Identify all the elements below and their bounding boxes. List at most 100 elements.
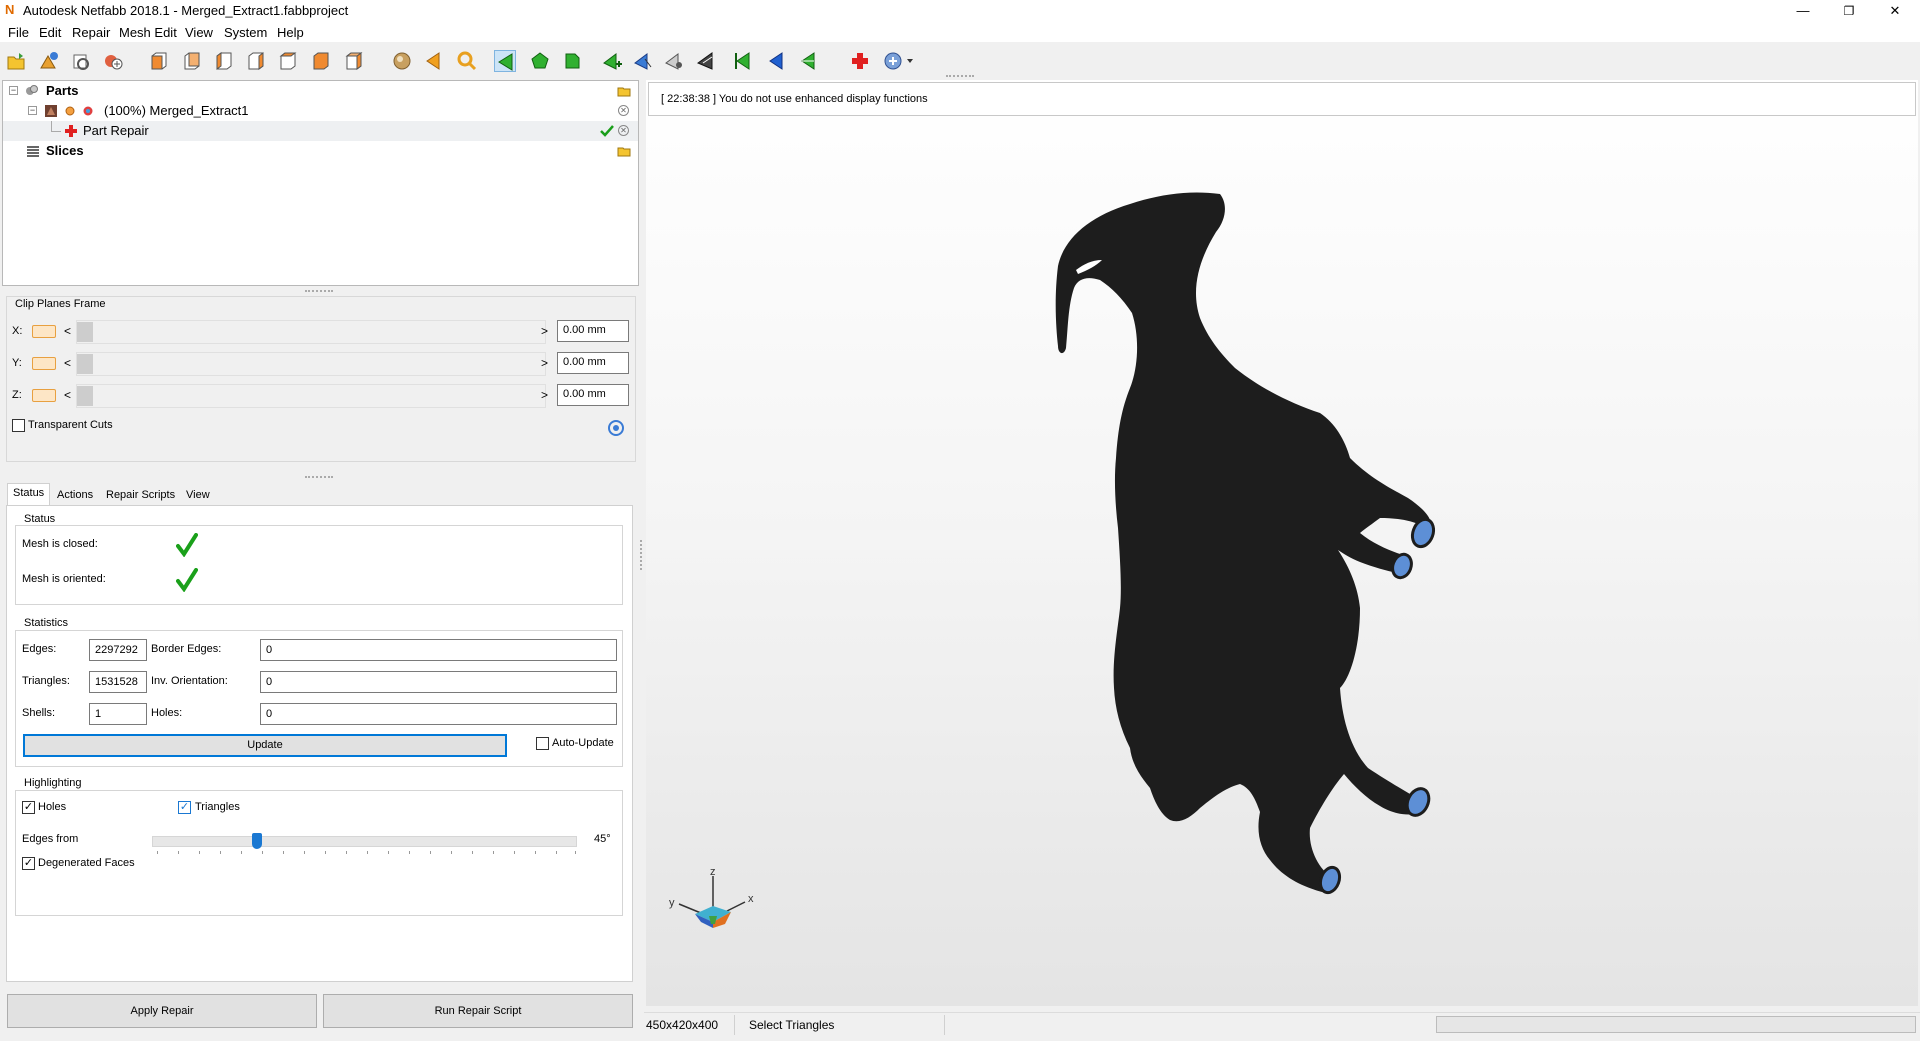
degenerated-faces-checkbox[interactable]: ✓ (22, 857, 35, 870)
folder-icon[interactable] (617, 144, 631, 158)
sphere-icon[interactable] (391, 50, 413, 72)
clip-increase-button[interactable]: > (541, 356, 548, 370)
clip-decrease-button[interactable]: < (64, 324, 71, 338)
splitter-grip[interactable] (305, 290, 333, 294)
mesh-oriented-label: Mesh is oriented: (22, 573, 106, 585)
tree-row-part[interactable]: − (100%) Merged_Extract1 ✕ (3, 101, 638, 121)
menu-mesh-edit[interactable]: Mesh Edit (119, 25, 177, 40)
select-shell-icon[interactable] (561, 50, 583, 72)
open-project-icon[interactable] (5, 50, 27, 72)
clip-toggle-x[interactable] (32, 325, 56, 338)
view-front-icon[interactable] (148, 50, 170, 72)
minimize-button[interactable]: — (1780, 0, 1826, 22)
clip-value-z[interactable]: 0.00 mm (557, 384, 629, 406)
add-part-icon[interactable] (38, 50, 60, 72)
menu-system[interactable]: System (224, 25, 267, 40)
goat-mesh-model[interactable] (1050, 188, 1530, 908)
zoom-icon[interactable] (456, 50, 478, 72)
folder-icon[interactable] (617, 84, 631, 98)
add-platform-icon[interactable] (102, 50, 124, 72)
holes-checkbox[interactable]: ✓ (22, 801, 35, 814)
clip-value-x[interactable]: 0.00 mm (557, 320, 629, 342)
tab-repair-scripts[interactable]: Repair Scripts (100, 485, 181, 505)
tab-status[interactable]: Status (7, 483, 51, 506)
select-all-icon[interactable] (695, 50, 717, 72)
holes-value: 0 (260, 703, 617, 725)
menu-edit[interactable]: Edit (39, 25, 61, 40)
clip-slider-z[interactable] (76, 384, 546, 408)
menu-help[interactable]: Help (277, 25, 304, 40)
check-icon[interactable] (600, 124, 614, 138)
border-edges-value: 0 (260, 639, 617, 661)
menu-repair[interactable]: Repair (72, 25, 110, 40)
edges-from-slider[interactable] (152, 836, 577, 847)
slider-thumb[interactable] (77, 322, 93, 342)
add-part-settings-icon[interactable] (70, 50, 92, 72)
mesh-part-icon (45, 105, 57, 117)
tree-row-parts[interactable]: − Parts (3, 81, 638, 101)
clip-row-y: Y: < > 0.00 mm (10, 351, 630, 377)
statistics-group-title: Statistics (22, 617, 71, 629)
mesh-oriented-check-icon (176, 568, 198, 592)
degenerated-faces-label: Degenerated Faces (38, 857, 135, 869)
auto-update-checkbox[interactable] (536, 737, 549, 750)
slider-thumb[interactable] (77, 386, 93, 406)
select-brush-icon[interactable] (663, 50, 685, 72)
repair-icon[interactable] (849, 50, 871, 72)
view-top-icon[interactable] (277, 50, 299, 72)
apply-repair-button[interactable]: Apply Repair (7, 994, 317, 1028)
select-triangles-icon[interactable] (494, 50, 516, 72)
vertical-splitter[interactable] (640, 540, 643, 570)
splitter-grip[interactable] (946, 75, 974, 79)
menu-view[interactable]: View (185, 25, 213, 40)
slider-thumb[interactable] (77, 354, 93, 374)
color-icon[interactable] (81, 104, 95, 118)
transparent-cuts-checkbox[interactable] (12, 419, 25, 432)
collapse-toggle[interactable]: − (9, 86, 18, 95)
select-surface-icon[interactable] (529, 50, 551, 72)
visibility-icon[interactable] (63, 104, 77, 118)
clip-decrease-button[interactable]: < (64, 388, 71, 402)
highlighting-group-title: Highlighting (22, 777, 84, 789)
mesh-closed-check-icon (176, 533, 198, 557)
edges-from-value: 45° (594, 833, 611, 845)
clip-toggle-y[interactable] (32, 357, 56, 370)
triangles-checkbox[interactable]: ✓ (178, 801, 191, 814)
remove-part-icon[interactable]: ✕ (618, 105, 629, 116)
update-button[interactable]: Update (23, 734, 507, 757)
view-left-icon[interactable] (213, 50, 235, 72)
view-right-icon[interactable] (245, 50, 267, 72)
select-by-plane-icon[interactable] (632, 50, 654, 72)
reset-icon[interactable] (607, 419, 625, 437)
cancel-repair-icon[interactable]: ✕ (618, 125, 629, 136)
menu-file[interactable]: File (8, 25, 29, 40)
shells-label: Shells: (22, 707, 56, 719)
view-bottom-icon[interactable] (310, 50, 332, 72)
clip-decrease-button[interactable]: < (64, 356, 71, 370)
close-window-button[interactable]: ✕ (1872, 0, 1918, 22)
arrow-left-icon[interactable] (423, 50, 445, 72)
clip-value-y[interactable]: 0.00 mm (557, 352, 629, 374)
view-iso-icon[interactable] (343, 50, 365, 72)
tree-row-part-repair[interactable]: Part Repair ✕ (3, 121, 638, 141)
mesh-closed-label: Mesh is closed: (22, 538, 98, 550)
clip-toggle-z[interactable] (32, 389, 56, 402)
collapse-toggle[interactable]: − (28, 106, 37, 115)
invert-blue-icon[interactable] (766, 50, 788, 72)
add-triangle-icon[interactable] (601, 50, 623, 72)
clip-increase-button[interactable]: > (541, 324, 548, 338)
clip-slider-y[interactable] (76, 352, 546, 376)
splitter-grip[interactable] (305, 476, 333, 480)
tab-actions[interactable]: Actions (51, 485, 99, 505)
view-back-icon[interactable] (181, 50, 203, 72)
restore-button[interactable]: ❐ (1826, 0, 1872, 22)
invert-green-icon[interactable] (798, 50, 820, 72)
tab-view[interactable]: View (180, 485, 216, 505)
run-repair-script-button[interactable]: Run Repair Script (323, 994, 633, 1028)
invert-left-icon[interactable] (733, 50, 755, 72)
clip-increase-button[interactable]: > (541, 388, 548, 402)
support-dropdown-icon[interactable] (882, 50, 918, 72)
tree-row-slices[interactable]: Slices (3, 141, 638, 161)
edges-from-slider-thumb[interactable] (252, 833, 262, 849)
clip-slider-x[interactable] (76, 320, 546, 344)
